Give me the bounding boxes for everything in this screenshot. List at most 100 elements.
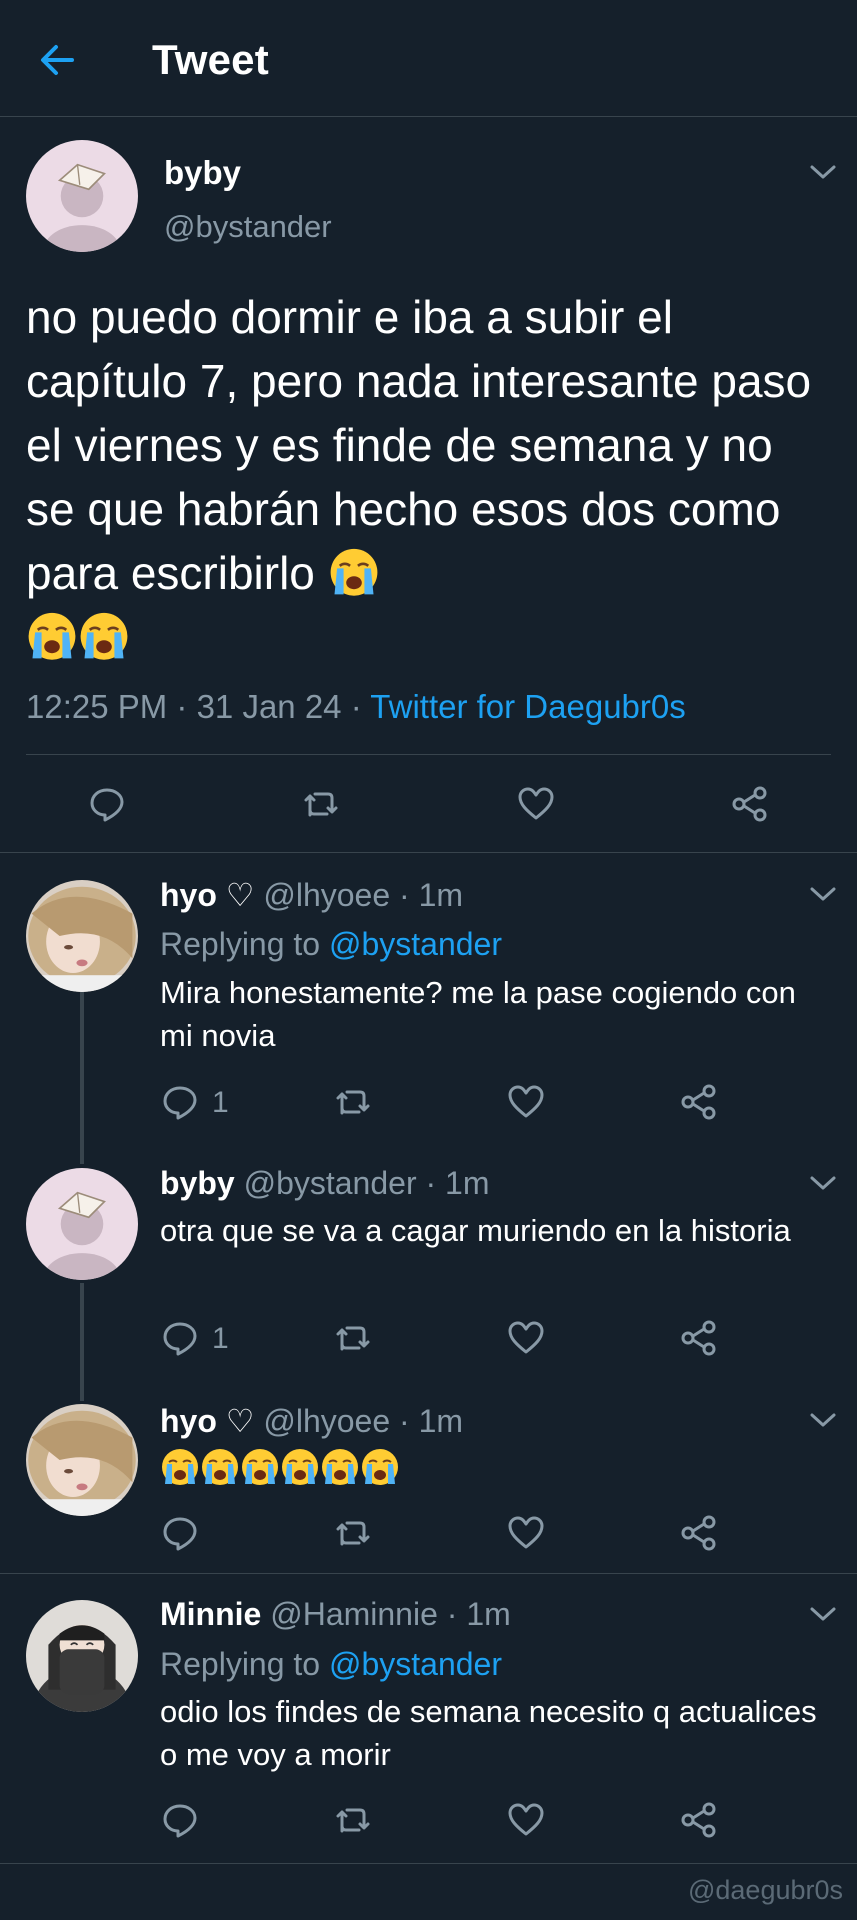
reply-icon: [87, 784, 127, 824]
chevron-down-icon[interactable]: [809, 884, 837, 904]
crying-face-icon: [78, 609, 130, 661]
reply-icon: [160, 1318, 200, 1358]
avatar[interactable]: [26, 1600, 138, 1712]
reply-header: hyo ♡ @lhyoee · 1m: [160, 876, 463, 914]
reply-text: otra que se va a cagar muriendo en la hi…: [160, 1213, 791, 1248]
share-button[interactable]: [679, 1800, 719, 1840]
reply-button[interactable]: [87, 784, 127, 824]
thread-line: [80, 1283, 84, 1401]
tweet-body: no puedo dormir e iba a subir el capítul…: [26, 291, 812, 599]
share-icon: [679, 1318, 719, 1358]
author-handle[interactable]: @bystander: [164, 209, 332, 245]
reply-icon: [160, 1513, 200, 1553]
retweet-button[interactable]: [333, 1513, 373, 1553]
page-title: Tweet: [152, 36, 269, 83]
share-icon: [679, 1513, 719, 1553]
like-button[interactable]: [516, 784, 556, 824]
reply-time: 1m: [418, 877, 464, 913]
avatar[interactable]: [26, 140, 138, 252]
chevron-down-icon[interactable]: [809, 1173, 837, 1193]
reply-icon: [160, 1082, 200, 1122]
retweet-button[interactable]: [333, 1318, 373, 1358]
heart-icon: [506, 1513, 546, 1553]
heart-icon: [506, 1082, 546, 1122]
retweet-button[interactable]: [301, 784, 341, 824]
crying-face-icon: [240, 1446, 280, 1486]
avatar[interactable]: [26, 880, 138, 992]
reply-author-handle[interactable]: @bystander: [244, 1165, 417, 1201]
crying-face-icon: [328, 545, 380, 597]
reply-time: 1m: [445, 1165, 490, 1201]
separator: ·: [390, 877, 419, 913]
retweet-icon: [333, 1513, 373, 1553]
reply-text: Mira honestamente? me la pase cogiendo c…: [160, 975, 796, 1053]
reply-time: 1m: [418, 1403, 464, 1439]
crying-face-icon: [160, 1446, 200, 1486]
reply-button[interactable]: [160, 1800, 200, 1840]
reply-author-name[interactable]: Minnie: [160, 1596, 261, 1632]
divider: [0, 1573, 857, 1574]
reply-button[interactable]: [160, 1318, 200, 1358]
reply-count: 1: [212, 1086, 229, 1119]
retweet-icon: [301, 784, 341, 824]
header: Tweet: [0, 0, 857, 117]
reply-author-handle[interactable]: @lhyoee: [263, 1403, 390, 1439]
retweet-icon: [333, 1800, 373, 1840]
like-button[interactable]: [506, 1082, 546, 1122]
separator: ·: [437, 1596, 467, 1632]
replying-label: Replying to: [160, 926, 321, 962]
tweet-meta: 12:25 PM · 31 Jan 24 · Twitter for Daegu…: [26, 688, 686, 726]
reply-button[interactable]: [160, 1082, 200, 1122]
reply-author-name[interactable]: hyo ♡: [160, 1403, 254, 1439]
tweet-screen: Tweet byby @bystander no puedo dormir e …: [0, 0, 857, 1920]
thread-line: [80, 992, 84, 1164]
reply-header: Minnie @Haminnie · 1m: [160, 1596, 511, 1633]
chevron-down-icon[interactable]: [809, 1604, 837, 1624]
like-button[interactable]: [506, 1318, 546, 1358]
replying-label: Replying to: [160, 1646, 321, 1682]
reply-text: odio los findes de semana necesito q act…: [160, 1694, 817, 1772]
tweet-date: 31 Jan 24: [196, 688, 342, 725]
arrow-left-icon: [41, 45, 74, 75]
like-button[interactable]: [506, 1800, 546, 1840]
reply-author-handle[interactable]: @Haminnie: [270, 1596, 438, 1632]
like-button[interactable]: [506, 1513, 546, 1553]
separator: ·: [416, 1165, 446, 1201]
retweet-button[interactable]: [333, 1800, 373, 1840]
crying-face-icon: [200, 1446, 240, 1486]
replying-to-link[interactable]: @bystander: [329, 1646, 502, 1682]
retweet-icon: [333, 1082, 373, 1122]
divider: [0, 852, 857, 853]
crying-face-icon: [320, 1446, 360, 1486]
share-icon: [730, 784, 770, 824]
tweet-source-link[interactable]: Twitter for Daegubr0s: [370, 688, 685, 725]
reply-author-handle[interactable]: @lhyoee: [263, 877, 390, 913]
chevron-down-icon[interactable]: [809, 1410, 837, 1430]
back-button[interactable]: [34, 36, 82, 84]
reply-header: hyo ♡ @lhyoee · 1m: [160, 1402, 463, 1440]
share-icon: [679, 1800, 719, 1840]
reply-button[interactable]: [160, 1513, 200, 1553]
retweet-icon: [333, 1318, 373, 1358]
share-button[interactable]: [679, 1318, 719, 1358]
tweet-time: 12:25 PM: [26, 688, 168, 725]
reply-author-name[interactable]: hyo ♡: [160, 877, 254, 913]
share-button[interactable]: [679, 1082, 719, 1122]
avatar[interactable]: [26, 1168, 138, 1280]
share-button[interactable]: [730, 784, 770, 824]
crying-face-icon: [26, 609, 78, 661]
chevron-down-icon[interactable]: [809, 162, 837, 182]
heart-icon: [516, 784, 556, 824]
share-icon: [679, 1082, 719, 1122]
share-button[interactable]: [679, 1513, 719, 1553]
replying-to-link[interactable]: @bystander: [329, 926, 502, 962]
crying-face-icon: [360, 1446, 400, 1486]
avatar[interactable]: [26, 1404, 138, 1516]
author-name[interactable]: byby: [164, 154, 241, 192]
reply-emojis: [160, 1446, 400, 1491]
reply-header: byby @bystander · 1m: [160, 1165, 489, 1202]
crying-face-icon: [280, 1446, 320, 1486]
retweet-button[interactable]: [333, 1082, 373, 1122]
reply-author-name[interactable]: byby: [160, 1165, 235, 1201]
replying-to: Replying to @bystander: [160, 1646, 502, 1683]
